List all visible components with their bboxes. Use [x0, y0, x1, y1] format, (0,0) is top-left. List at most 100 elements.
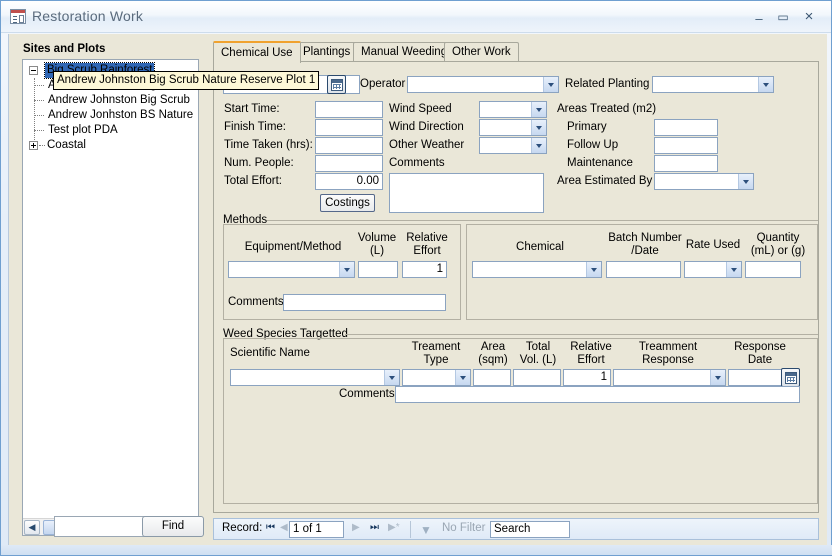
- weeds-comments-field[interactable]: [395, 386, 800, 403]
- area-estimated-by-combo[interactable]: [654, 173, 754, 190]
- related-planting-combo[interactable]: [652, 76, 774, 93]
- chemical-use-tab-panel: Operator Related Planting Start Time: Fi…: [213, 61, 819, 513]
- chevron-down-icon[interactable]: [738, 174, 753, 189]
- tab-other-work[interactable]: Other Work: [444, 42, 519, 62]
- batch-number-field[interactable]: [606, 261, 681, 278]
- chevron-down-icon[interactable]: [455, 370, 470, 385]
- client-area: Sites and Plots Big Scrub Rainforest And…: [8, 34, 827, 546]
- record-position-input[interactable]: 1 of 1: [289, 521, 344, 538]
- maximize-button[interactable]: [773, 9, 793, 25]
- next-record-button[interactable]: ▶: [352, 522, 360, 533]
- last-record-button[interactable]: ⏭: [370, 522, 379, 533]
- equipment-method-combo[interactable]: [228, 261, 355, 278]
- response-date-calendar-icon-button[interactable]: [781, 368, 800, 387]
- chemical-col-quantity-unit: (mL) or (g): [750, 245, 806, 257]
- operator-combo[interactable]: [407, 76, 559, 93]
- rate-used-combo[interactable]: [684, 261, 742, 278]
- weeds-col-response-date: Response: [734, 341, 786, 353]
- weeds-col-area: Area: [480, 341, 506, 353]
- chevron-down-icon[interactable]: [726, 262, 741, 277]
- find-input[interactable]: [54, 516, 149, 537]
- chemical-col-quantity: Quantity: [756, 232, 800, 244]
- tree-item-tooltip: Andrew Johnston Big Scrub Nature Reserve…: [53, 71, 320, 90]
- tab-chemical-use[interactable]: Chemical Use: [213, 41, 301, 63]
- wind-direction-label: Wind Direction: [389, 121, 464, 133]
- wind-speed-combo[interactable]: [479, 101, 547, 118]
- weed-species-group-line: [345, 334, 818, 335]
- chevron-down-icon[interactable]: [758, 77, 773, 92]
- costings-button[interactable]: Costings: [320, 194, 375, 212]
- weeds-relative-effort-field[interactable]: 1: [563, 369, 611, 386]
- form-icon: [10, 9, 26, 24]
- methods-comments-field[interactable]: [283, 294, 446, 311]
- weeds-total-vol-field[interactable]: [513, 369, 561, 386]
- sites-tree-items: Big Scrub Rainforest Andrew Johnston Big…: [23, 60, 198, 517]
- calendar-icon-button[interactable]: [327, 75, 346, 94]
- methods-col-volume-unit: (L): [369, 245, 385, 257]
- scientific-name-combo[interactable]: [230, 369, 400, 386]
- minimize-button[interactable]: [749, 9, 769, 25]
- comments-field[interactable]: [389, 173, 544, 213]
- maintenance-label: Maintenance: [567, 157, 633, 169]
- total-effort-field[interactable]: 0.00: [315, 173, 383, 190]
- weeds-area-field[interactable]: [473, 369, 511, 386]
- scroll-left-arrow-icon[interactable]: ◀: [24, 520, 40, 535]
- chevron-down-icon[interactable]: [384, 370, 399, 385]
- weeds-col-treatment-response: Treamment: [638, 341, 698, 353]
- treatment-type-combo[interactable]: [402, 369, 471, 386]
- chevron-down-icon[interactable]: [586, 262, 601, 277]
- treatment-response-combo[interactable]: [613, 369, 726, 386]
- new-record-button[interactable]: ▶*: [388, 522, 400, 533]
- methods-col-effort: Relative: [406, 232, 448, 244]
- sites-tree[interactable]: Big Scrub Rainforest Andrew Johnston Big…: [22, 59, 199, 536]
- weeds-col-treatment-type-2: Type: [423, 354, 449, 366]
- primary-area-field[interactable]: [654, 119, 718, 136]
- close-button[interactable]: [799, 9, 819, 25]
- find-button[interactable]: Find: [142, 516, 204, 537]
- work-details-pane: Chemical Use Plantings Manual Weeding Ot…: [205, 34, 827, 546]
- volume-field[interactable]: [358, 261, 398, 278]
- chevron-down-icon[interactable]: [543, 77, 558, 92]
- previous-record-button[interactable]: ◀: [280, 522, 288, 533]
- status-bar: [1, 545, 832, 555]
- weeds-comments-label: Comments:: [339, 388, 398, 400]
- maintenance-area-field[interactable]: [654, 155, 718, 172]
- operator-label: Operator: [360, 78, 406, 90]
- chevron-down-icon[interactable]: [339, 262, 354, 277]
- follow-up-area-field[interactable]: [654, 137, 718, 154]
- weeds-col-relative-effort: Relative: [570, 341, 612, 353]
- finish-time-field[interactable]: [315, 119, 383, 136]
- tab-manual-weeding[interactable]: Manual Weeding: [353, 42, 456, 62]
- methods-comments-label: Comments: [228, 296, 284, 308]
- search-input[interactable]: Search: [490, 521, 570, 538]
- tree-item-label: Coastal: [47, 139, 86, 151]
- other-weather-combo[interactable]: [479, 137, 547, 154]
- wind-direction-combo[interactable]: [479, 119, 547, 136]
- tab-plantings[interactable]: Plantings: [295, 42, 359, 62]
- start-time-field[interactable]: [315, 101, 383, 118]
- methods-col-equipment: Equipment/Method: [244, 241, 342, 253]
- num-people-field[interactable]: [315, 155, 383, 172]
- sites-and-plots-pane: Sites and Plots Big Scrub Rainforest And…: [9, 34, 205, 546]
- tree-item-label: Andrew Jonhston BS Nature: [48, 109, 194, 121]
- chemical-combo[interactable]: [472, 261, 602, 278]
- chevron-down-icon[interactable]: [710, 370, 725, 385]
- weeds-col-scientific-name: Scientific Name: [230, 347, 310, 359]
- record-navigation-bar: Record: ⏮ ◀ 1 of 1 ▶ ⏭ ▶* ▼ No Filter Se…: [213, 518, 819, 540]
- methods-relative-effort-field[interactable]: 1: [402, 261, 447, 278]
- tree-expander-big-scrub-rainforest[interactable]: [29, 66, 38, 75]
- tree-expander-coastal[interactable]: [29, 141, 38, 150]
- sites-and-plots-heading: Sites and Plots: [23, 43, 106, 55]
- quantity-field[interactable]: [745, 261, 801, 278]
- chemical-col-rate: Rate Used: [685, 239, 741, 251]
- methods-col-volume: Volume: [357, 232, 397, 244]
- no-filter-label[interactable]: No Filter: [442, 522, 485, 534]
- time-taken-field[interactable]: [315, 137, 383, 154]
- chevron-down-icon[interactable]: [531, 120, 546, 135]
- chevron-down-icon[interactable]: [531, 102, 546, 117]
- wind-speed-label: Wind Speed: [389, 103, 452, 115]
- other-weather-label: Other Weather: [389, 139, 465, 151]
- first-record-button[interactable]: ⏮: [266, 522, 275, 533]
- start-time-label: Start Time:: [224, 103, 280, 115]
- chevron-down-icon[interactable]: [531, 138, 546, 153]
